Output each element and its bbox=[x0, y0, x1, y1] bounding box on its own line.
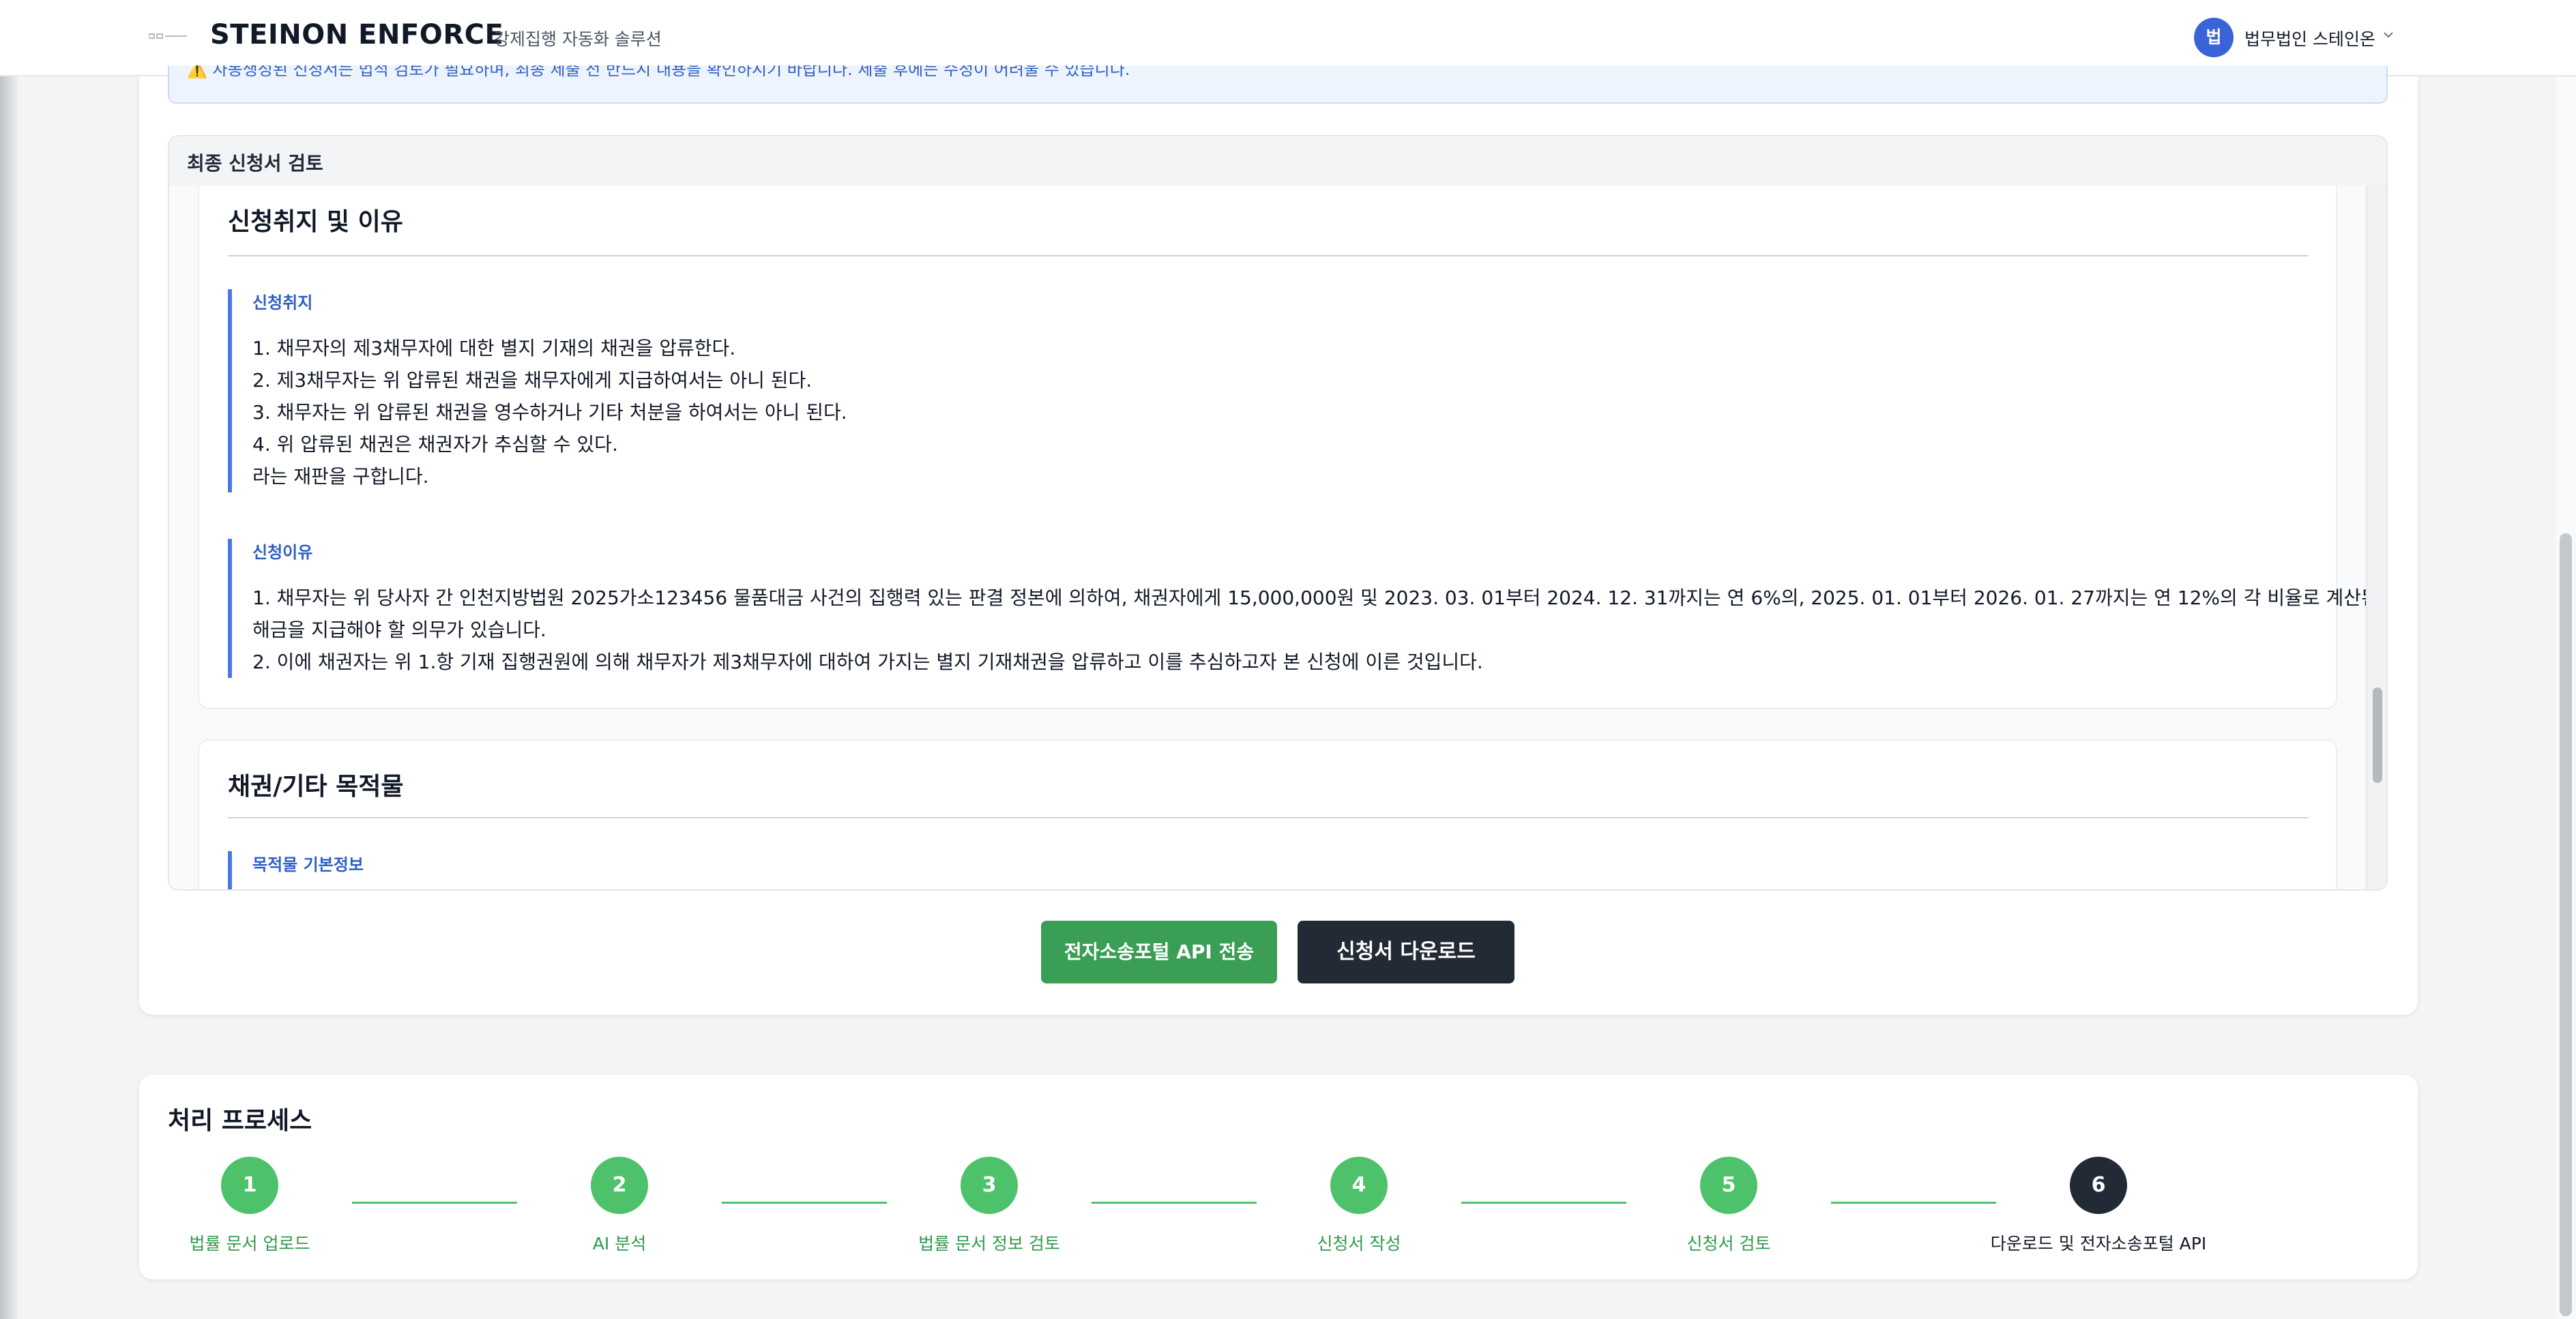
step-label: 다운로드 및 전자소송포털 API bbox=[1990, 1234, 2207, 1254]
block-target-basic-info: 목적물 기본정보 bbox=[228, 851, 2302, 889]
section-divider bbox=[228, 817, 2309, 818]
review-scroll-area[interactable]: 신청취지 및 이유 신청취지 1. 채무자의 제3채무자에 대한 별지 기재의 … bbox=[169, 186, 2386, 889]
step-label: 법률 문서 정보 검토 bbox=[918, 1234, 1060, 1254]
block-title: 신청이유 bbox=[252, 543, 313, 562]
step-label: 신청서 검토 bbox=[1686, 1234, 1771, 1254]
step-number: 3 bbox=[961, 1157, 1018, 1214]
text-line: 2. 이에 채권자는 위 1.항 기재 집행권원에 의해 채무자가 제3채무자에… bbox=[252, 651, 1483, 673]
process-card: 처리 프로세스 1 법률 문서 업로드 2 AI 분석 3 법률 문서 정보 검… bbox=[139, 1075, 2418, 1279]
step-number: 4 bbox=[1330, 1157, 1388, 1214]
window-left-edge bbox=[0, 0, 18, 1319]
step-number: 6 bbox=[2070, 1157, 2127, 1214]
review-panel-header: 최종 신청서 검토 bbox=[169, 136, 2386, 187]
step-number: 1 bbox=[221, 1157, 278, 1214]
step-number: 5 bbox=[1700, 1157, 1757, 1214]
process-step-1: 1 법률 문서 업로드 bbox=[113, 1157, 386, 1255]
section-claim-target: 채권/기타 목적물 목적물 기본정보 bbox=[198, 739, 2337, 889]
text-line: 1. 채무자는 위 당사자 간 인천지방법원 2025가소123456 물품대금… bbox=[252, 587, 2386, 609]
text-line: 1. 채무자의 제3채무자에 대한 별지 기재의 채권을 압류한다. bbox=[252, 337, 736, 359]
page-scrollbar-thumb[interactable] bbox=[2560, 533, 2572, 1316]
process-title: 처리 프로세스 bbox=[168, 1107, 312, 1135]
block-title: 목적물 기본정보 bbox=[252, 855, 364, 874]
final-review-panel: 최종 신청서 검토 신청취지 및 이유 신청취지 1. 채무자의 제3채무자에 … bbox=[168, 135, 2388, 891]
text-line: 4. 위 압류된 채권은 채권자가 추심할 수 있다. bbox=[252, 433, 618, 456]
text-line: 2. 제3채무자는 위 압류된 채권을 채무자에게 지급하여서는 아니 된다. bbox=[252, 369, 813, 391]
block-title: 신청취지 bbox=[252, 293, 313, 312]
section-purpose-reason: 신청취지 및 이유 신청취지 1. 채무자의 제3채무자에 대한 별지 기재의 … bbox=[198, 186, 2386, 709]
review-scrollbar-track[interactable] bbox=[2366, 186, 2386, 889]
process-step-4: 4 신청서 작성 bbox=[1223, 1157, 1495, 1255]
logo-icon bbox=[149, 33, 187, 39]
step-label: AI 분석 bbox=[592, 1234, 647, 1254]
section-heading: 채권/기타 목적물 bbox=[228, 773, 404, 801]
api-send-button[interactable]: 전자소송포털 API 전송 bbox=[1041, 921, 1277, 983]
step-label: 신청서 작성 bbox=[1317, 1234, 1401, 1254]
section-divider bbox=[228, 255, 2309, 256]
review-panel-title: 최종 신청서 검토 bbox=[187, 152, 323, 175]
brand-title[interactable]: STEINON ENFORCE bbox=[210, 19, 503, 50]
block-application-purpose: 신청취지 1. 채무자의 제3채무자에 대한 별지 기재의 채권을 압류한다. … bbox=[228, 289, 2302, 492]
process-step-3: 3 법률 문서 정보 검토 bbox=[853, 1157, 1126, 1255]
chevron-down-icon[interactable] bbox=[2380, 26, 2397, 44]
review-scrollbar-thumb[interactable] bbox=[2373, 687, 2382, 783]
step-number: 2 bbox=[591, 1157, 648, 1214]
process-step-5: 5 신청서 검토 bbox=[1592, 1157, 1865, 1255]
text-line: 해금을 지급해야 할 의무가 있습니다. bbox=[252, 619, 546, 641]
text-line: 라는 재판을 구합니다. bbox=[252, 465, 429, 488]
process-step-6: 6 다운로드 및 전자소송포털 API bbox=[1962, 1157, 2235, 1255]
user-name[interactable]: 법무법인 스테인온 bbox=[2244, 26, 2375, 50]
brand-tagline: 강제집행 자동화 솔루션 bbox=[494, 29, 662, 49]
info-banner: ⚠️ 자동생성된 신청서는 법적 검토가 필요하며, 최종 제출 전 반드시 내… bbox=[168, 65, 2388, 104]
user-avatar[interactable]: 법 bbox=[2194, 18, 2234, 57]
section-heading: 신청취지 및 이유 bbox=[228, 208, 403, 236]
info-banner-text: ⚠️ 자동생성된 신청서는 법적 검토가 필요하며, 최종 제출 전 반드시 내… bbox=[187, 65, 1130, 79]
process-step-2: 2 AI 분석 bbox=[483, 1157, 756, 1255]
download-application-button[interactable]: 신청서 다운로드 bbox=[1298, 921, 1514, 983]
block-application-reason: 신청이유 1. 채무자는 위 당사자 간 인천지방법원 2025가소123456… bbox=[228, 539, 2386, 678]
text-line: 3. 채무자는 위 압류된 채권을 영수하거나 기타 처분을 하여서는 아니 된… bbox=[252, 401, 847, 424]
step-label: 법률 문서 업로드 bbox=[189, 1234, 310, 1254]
